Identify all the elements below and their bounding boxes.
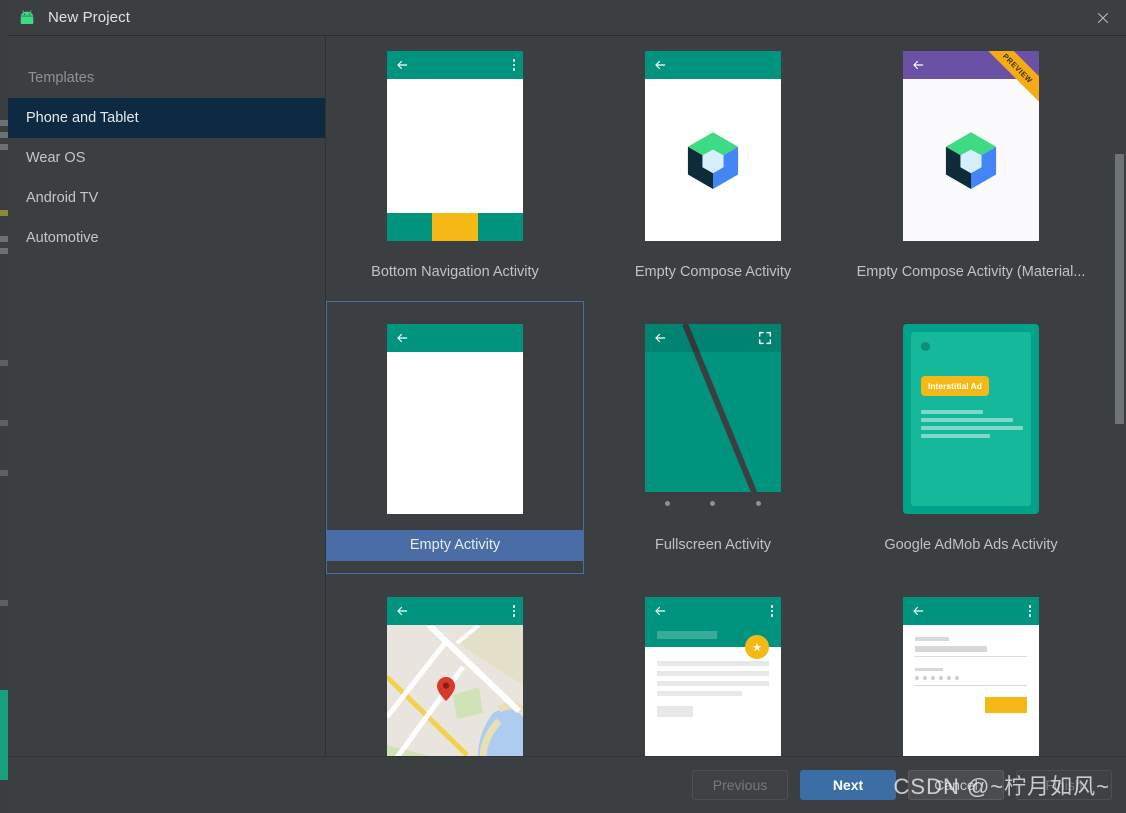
template-card-google-pay-activity[interactable]: ★ bbox=[584, 574, 842, 756]
template-thumbnail bbox=[387, 308, 523, 530]
jetpack-compose-logo-icon bbox=[687, 132, 739, 190]
overflow-menu-icon bbox=[512, 59, 515, 71]
sidebar-item-label: Automotive bbox=[26, 230, 99, 246]
template-label: Empty Compose Activity (Material... bbox=[856, 264, 1086, 280]
category-sidebar: Templates Phone and Tablet Wear OS Andro… bbox=[8, 36, 326, 756]
back-arrow-icon bbox=[655, 60, 666, 70]
template-card-empty-compose-activity[interactable]: Empty Compose Activity bbox=[584, 36, 842, 301]
previous-button-label: Previous bbox=[712, 777, 768, 793]
template-thumbnail bbox=[645, 36, 781, 257]
overflow-menu-icon bbox=[512, 605, 515, 617]
window-title: New Project bbox=[48, 9, 130, 26]
login-form-preview bbox=[903, 625, 1039, 713]
camera-dot-icon bbox=[921, 342, 930, 351]
android-robot-icon bbox=[16, 7, 38, 29]
sidebar-item-label: Phone and Tablet bbox=[26, 110, 139, 126]
previous-button[interactable]: Previous bbox=[692, 770, 788, 800]
sidebar-item-automotive[interactable]: Automotive bbox=[8, 218, 325, 258]
sidebar-item-label: Android TV bbox=[26, 190, 99, 206]
dialog-footer: Previous Next Cancel Finish bbox=[8, 756, 1126, 813]
close-icon[interactable] bbox=[1080, 0, 1126, 36]
back-arrow-icon bbox=[397, 606, 408, 616]
finish-button[interactable]: Finish bbox=[1016, 770, 1112, 800]
cancel-button-label: Cancel bbox=[934, 777, 978, 793]
template-label: Bottom Navigation Activity bbox=[371, 264, 539, 280]
fullscreen-expand-icon bbox=[758, 331, 772, 345]
back-arrow-icon bbox=[655, 606, 666, 616]
sidebar-item-wear-os[interactable]: Wear OS bbox=[8, 138, 325, 178]
placeholder-lines bbox=[921, 410, 1025, 442]
template-card-fullscreen-activity[interactable]: Fullscreen Activity bbox=[584, 301, 842, 574]
template-thumbnail: ★ bbox=[645, 581, 781, 756]
cancel-button[interactable]: Cancel bbox=[908, 770, 1004, 800]
template-gallery: Bottom Navigation Activity Empty Compose… bbox=[326, 36, 1126, 756]
back-arrow-icon bbox=[913, 60, 924, 70]
template-card-empty-compose-activity-material3[interactable]: PREVIEW Empty Compose Activity (Material… bbox=[842, 36, 1100, 301]
overflow-menu-icon bbox=[770, 605, 773, 617]
jetpack-compose-logo-icon bbox=[945, 132, 997, 190]
template-thumbnail bbox=[645, 308, 781, 530]
template-card-empty-activity[interactable]: Empty Activity bbox=[326, 301, 584, 574]
interstitial-ad-button: Interstitial Ad bbox=[921, 376, 989, 396]
map-preview bbox=[387, 625, 523, 756]
template-card-google-maps-activity[interactable]: Google Maps Activity bbox=[326, 574, 584, 756]
template-thumbnail: PREVIEW bbox=[903, 36, 1039, 257]
bottom-navigation-bar bbox=[387, 213, 523, 241]
template-label: Google AdMob Ads Activity bbox=[884, 537, 1058, 553]
back-arrow-icon bbox=[655, 333, 666, 343]
back-arrow-icon bbox=[397, 60, 408, 70]
finish-button-label: Finish bbox=[1045, 777, 1083, 793]
back-arrow-icon bbox=[913, 606, 924, 616]
template-label: Empty Activity bbox=[327, 530, 583, 561]
next-button-label: Next bbox=[832, 777, 864, 793]
template-card-login-activity[interactable]: Login Activity bbox=[842, 574, 1100, 756]
sign-in-button-placeholder bbox=[985, 697, 1027, 713]
template-card-google-admob-ads-activity[interactable]: Interstitial Ad Google AdMob Ads Activit… bbox=[842, 301, 1100, 574]
scrollbar-thumb[interactable] bbox=[1115, 154, 1124, 424]
next-button[interactable]: Next bbox=[800, 770, 896, 800]
title-bar: New Project bbox=[8, 0, 1126, 36]
template-label: Empty Compose Activity bbox=[634, 264, 792, 280]
sidebar-item-android-tv[interactable]: Android TV bbox=[8, 178, 325, 218]
background-window-strip bbox=[0, 0, 8, 813]
gallery-scrollbar[interactable] bbox=[1113, 36, 1126, 756]
back-arrow-icon bbox=[397, 333, 408, 343]
sidebar-header: Templates bbox=[28, 70, 95, 86]
diagonal-decoration bbox=[682, 324, 766, 514]
title-placeholder bbox=[657, 631, 717, 639]
system-navigation-bar bbox=[645, 492, 781, 514]
template-label: Fullscreen Activity bbox=[654, 537, 772, 553]
template-thumbnail: Interstitial Ad bbox=[903, 308, 1039, 530]
template-thumbnail bbox=[387, 581, 523, 756]
template-thumbnail bbox=[387, 36, 523, 257]
map-pin-icon bbox=[437, 677, 455, 701]
sidebar-item-phone-and-tablet[interactable]: Phone and Tablet bbox=[8, 98, 325, 138]
new-project-dialog: New Project Templates Phone and Tablet W… bbox=[0, 0, 1126, 813]
template-card-bottom-navigation-activity[interactable]: Bottom Navigation Activity bbox=[326, 36, 584, 301]
dialog-body: Templates Phone and Tablet Wear OS Andro… bbox=[8, 36, 1126, 756]
overflow-menu-icon bbox=[1028, 605, 1031, 617]
password-dots bbox=[915, 676, 1027, 680]
template-thumbnail bbox=[903, 581, 1039, 756]
star-fab-icon: ★ bbox=[745, 635, 769, 659]
sidebar-item-label: Wear OS bbox=[26, 150, 86, 166]
